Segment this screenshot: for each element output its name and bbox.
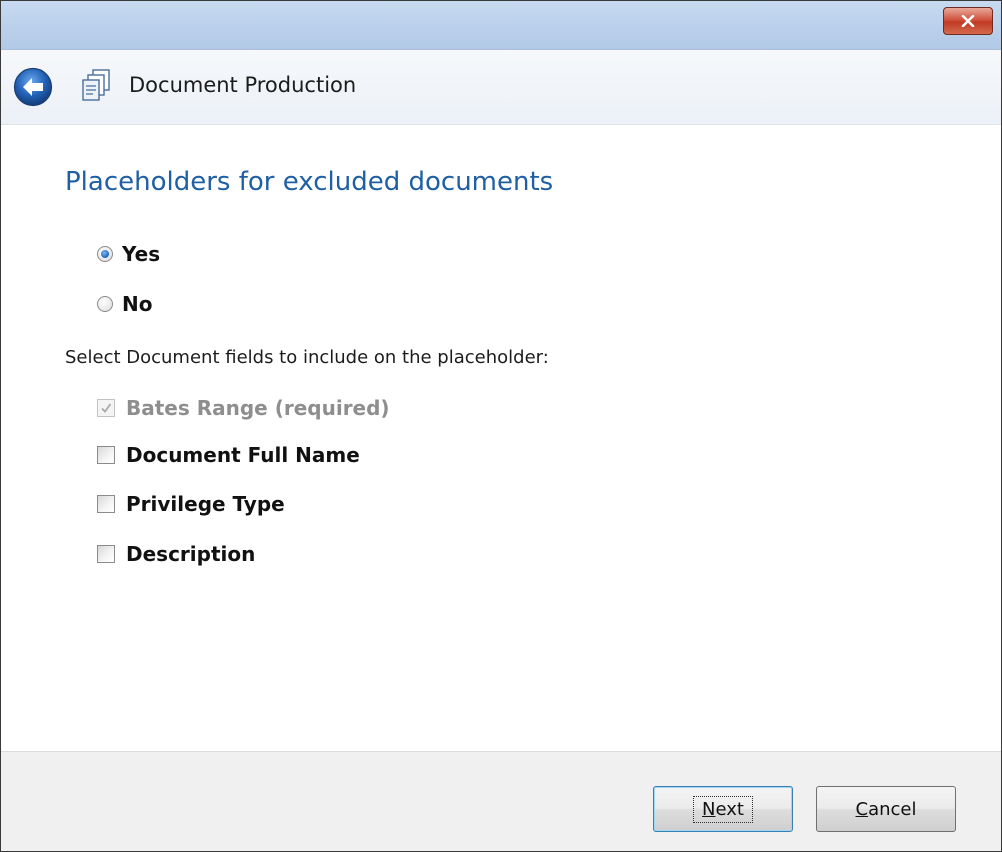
cancel-button-label: Cancel <box>856 799 917 820</box>
checkmark-icon <box>101 403 112 413</box>
next-button[interactable]: Next <box>653 786 793 832</box>
privilege-type-label: Privilege Type <box>126 492 285 516</box>
wizard-page: Placeholders for excluded documents Yes … <box>1 125 1001 751</box>
bates-range-checkbox <box>97 399 115 417</box>
cancel-button[interactable]: Cancel <box>816 786 956 832</box>
close-icon <box>961 15 975 27</box>
no-radio-label: No <box>122 292 153 316</box>
wizard-title: Document Production <box>129 73 357 97</box>
back-button[interactable] <box>13 67 53 107</box>
document-full-name-option[interactable]: Document Full Name <box>97 443 360 467</box>
privilege-type-option[interactable]: Privilege Type <box>97 492 285 516</box>
privilege-type-checkbox[interactable] <box>97 495 115 513</box>
yes-radio-label: Yes <box>122 242 161 266</box>
wizard-footer: Next Cancel <box>1 751 1001 851</box>
next-mnemonic: N <box>702 798 716 820</box>
description-option[interactable]: Description <box>97 542 255 566</box>
cancel-label-rest: ancel <box>868 798 917 820</box>
instruction-text: Select Document fields to include on the… <box>65 347 549 368</box>
document-full-name-label: Document Full Name <box>126 443 360 467</box>
next-button-label: Next <box>693 795 753 823</box>
wizard-header: Document Production <box>1 50 1001 125</box>
yes-radio-option[interactable]: Yes <box>97 242 160 266</box>
next-label-rest: ext <box>715 798 744 820</box>
cancel-mnemonic: C <box>855 798 869 820</box>
no-radio-option[interactable]: No <box>97 292 152 316</box>
document-production-icon <box>82 68 112 102</box>
wizard-window: Document Production Placeholders for exc… <box>0 0 1002 852</box>
no-radio[interactable] <box>97 296 113 312</box>
close-button[interactable] <box>943 7 993 35</box>
bates-range-option: Bates Range (required) <box>97 396 390 420</box>
yes-radio[interactable] <box>97 246 113 262</box>
description-checkbox[interactable] <box>97 545 115 563</box>
bates-range-label: Bates Range (required) <box>126 396 390 420</box>
document-full-name-checkbox[interactable] <box>97 446 115 464</box>
title-bar <box>1 1 1001 50</box>
page-heading: Placeholders for excluded documents <box>65 167 554 197</box>
description-label: Description <box>126 542 256 566</box>
back-arrow-icon <box>13 67 53 107</box>
